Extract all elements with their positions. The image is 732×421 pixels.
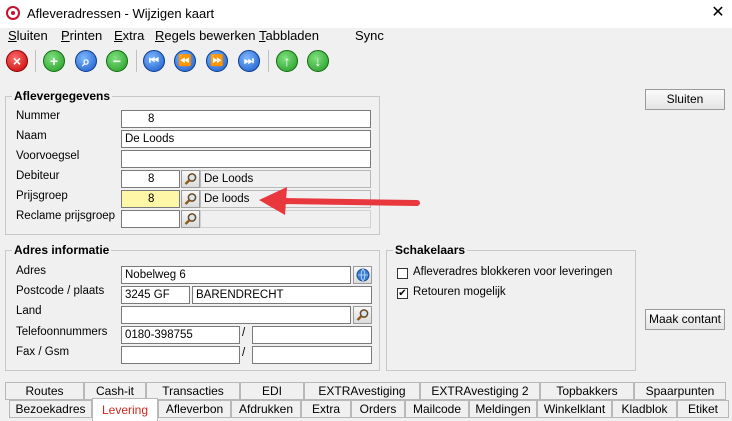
land-field[interactable] <box>121 306 351 324</box>
move-down-icon[interactable]: ↓ <box>307 50 329 72</box>
postcode-field[interactable]: 3245 GF <box>121 286 190 304</box>
debiteur-field[interactable]: 8 <box>121 170 180 188</box>
retouren-label: Retouren mogelijk <box>413 286 506 298</box>
adres-informatie-title: Adres informatie <box>12 243 112 257</box>
land-lookup-button[interactable] <box>353 306 372 324</box>
maak-contact-button[interactable]: Maak contant <box>645 309 725 330</box>
tab-topbakkers[interactable]: Topbakkers <box>540 382 634 400</box>
voorvoegsel-field[interactable] <box>121 150 371 168</box>
menu-regels-bewerken[interactable]: Regels bewerken <box>155 28 255 43</box>
tab-spaarpunten[interactable]: Spaarpunten <box>634 382 726 400</box>
tab-etiket[interactable]: Etiket <box>677 400 729 418</box>
gsm-field[interactable] <box>252 346 372 364</box>
blokkeren-label: Afleveradres blokkeren voor leveringen <box>413 266 613 278</box>
tab-afdrukken[interactable]: Afdrukken <box>231 400 301 418</box>
tab-winkelklant[interactable]: Winkelklant <box>537 400 612 418</box>
naam-field[interactable]: De Loods <box>121 130 371 148</box>
toolbar-separator <box>268 50 269 72</box>
plaats-field[interactable]: BARENDRECHT <box>192 286 372 304</box>
tab-transacties[interactable]: Transacties <box>146 382 240 400</box>
magnifier-icon <box>356 309 369 321</box>
reclame-lookup-button[interactable] <box>181 210 200 228</box>
prijsgroep-lookup-button[interactable] <box>181 190 200 208</box>
search-icon[interactable]: ⌕ <box>75 50 97 72</box>
annotation-arrow-icon <box>259 187 420 215</box>
nummer-field[interactable]: 8 <box>121 110 371 128</box>
reclame-prijsgroep-label: Reclame prijsgroep <box>16 210 116 222</box>
prijsgroep-label: Prijsgroep <box>16 190 68 202</box>
tab-orders[interactable]: Orders <box>351 400 405 418</box>
aflevergegevens-title: Aflevergegevens <box>12 89 113 103</box>
menu-extra[interactable]: Extra <box>114 28 144 43</box>
toolbar-separator <box>136 50 137 72</box>
magnifier-icon <box>184 193 197 205</box>
prijsgroep-field[interactable]: 8 <box>121 190 180 208</box>
add-icon[interactable]: + <box>43 50 65 72</box>
tab-extravestiging[interactable]: EXTRAvestiging <box>304 382 420 400</box>
delete-icon[interactable]: × <box>6 50 28 72</box>
tab-kladblok[interactable]: Kladblok <box>612 400 677 418</box>
schakelaars-title: Schakelaars <box>393 243 468 257</box>
globe-icon <box>356 268 370 282</box>
first-record-icon[interactable]: ⏮ <box>143 50 165 72</box>
naam-label: Naam <box>16 130 47 142</box>
globe-lookup-button[interactable] <box>353 266 372 284</box>
tab-edi[interactable]: EDI <box>240 382 304 400</box>
blokkeren-checkbox[interactable] <box>397 268 408 279</box>
toolbar-separator <box>35 50 36 72</box>
last-record-icon[interactable]: ⏭ <box>238 50 260 72</box>
remove-icon[interactable]: − <box>106 50 128 72</box>
sluiten-button[interactable]: Sluiten <box>645 89 725 110</box>
tab-routes[interactable]: Routes <box>5 382 84 400</box>
telefoon-label: Telefoonnummers <box>16 326 108 338</box>
telefoon2-field[interactable] <box>252 326 372 344</box>
nummer-label: Nummer <box>16 110 61 122</box>
fax-separator: / <box>242 347 246 359</box>
menu-sluiten[interactable]: Sluiten <box>8 28 48 43</box>
adres-label: Adres <box>16 265 47 277</box>
fax-field[interactable] <box>121 346 240 364</box>
telefoon-separator: / <box>242 327 246 339</box>
postcode-label: Postcode / plaats <box>16 285 105 297</box>
tab-meldingen[interactable]: Meldingen <box>469 400 537 418</box>
previous-record-icon[interactable]: ⏪ <box>174 50 196 72</box>
next-record-icon[interactable]: ⏩ <box>206 50 228 72</box>
tab-bezoekadres[interactable]: Bezoekadres <box>9 400 92 418</box>
voorvoegsel-label: Voorvoegsel <box>16 150 80 162</box>
tab-afleverbon[interactable]: Afleverbon <box>158 400 231 418</box>
move-up-icon[interactable]: ↑ <box>276 50 298 72</box>
telefoon1-field[interactable]: 0180-398755 <box>121 326 240 344</box>
tab-extravestiging-2[interactable]: EXTRAvestiging 2 <box>420 382 540 400</box>
debiteur-label: Debiteur <box>16 170 60 182</box>
tab-mailcode[interactable]: Mailcode <box>405 400 469 418</box>
close-icon[interactable]: ✕ <box>708 3 728 23</box>
land-label: Land <box>16 305 42 317</box>
fax-label: Fax / Gsm <box>16 346 70 358</box>
magnifier-icon <box>184 173 197 185</box>
retouren-checkbox[interactable]: ✔ <box>397 288 408 299</box>
adres-field[interactable]: Nobelweg 6 <box>121 266 351 284</box>
menu-printen[interactable]: Printen <box>61 28 102 43</box>
magnifier-icon <box>184 213 197 225</box>
tab-levering[interactable]: Levering <box>92 398 158 421</box>
reclame-prijsgroep-field[interactable] <box>121 210 180 228</box>
menu-tabbladen[interactable]: Tabbladen <box>259 28 319 43</box>
app-logo-icon <box>6 6 20 20</box>
window-title: Afleveradressen - Wijzigen kaart <box>27 6 215 21</box>
tab-extra[interactable]: Extra <box>301 400 351 418</box>
debiteur-lookup-button[interactable] <box>181 170 200 188</box>
menu-sync[interactable]: Sync <box>355 28 384 43</box>
